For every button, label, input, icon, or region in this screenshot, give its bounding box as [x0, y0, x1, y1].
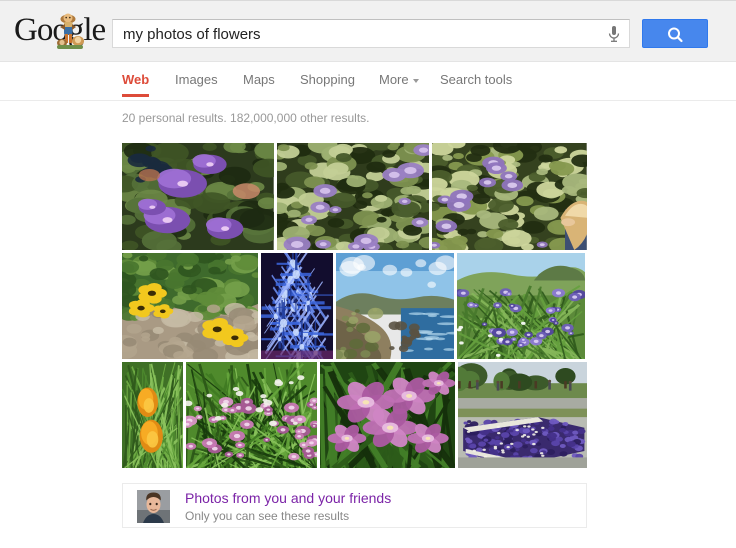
attribution-subtitle: Only you can see these results	[185, 509, 349, 523]
tab-shopping[interactable]: Shopping	[300, 72, 355, 87]
photo-purple-flowerbed-park[interactable]	[458, 362, 587, 468]
image-grid-row	[122, 362, 587, 468]
image-grid-row	[122, 253, 587, 359]
image-grid-row	[122, 143, 587, 250]
search-input[interactable]	[121, 20, 595, 49]
results-count: 20 personal results. 182,000,000 other r…	[122, 111, 370, 125]
tab-web[interactable]: Web	[122, 72, 149, 87]
photo-orange-poppies-grass[interactable]	[122, 362, 183, 468]
search-nav-tabs: Web Images Maps Shopping More Search tools	[0, 63, 736, 101]
tab-label: Shopping	[300, 72, 355, 87]
avatar	[137, 490, 170, 523]
tab-maps[interactable]: Maps	[243, 72, 275, 87]
photo-purple-tibouchina-closeup[interactable]	[122, 143, 274, 250]
photo-bush-with-person[interactable]	[432, 143, 587, 250]
photo-purple-flower-bush[interactable]	[277, 143, 430, 250]
google-logo[interactable]: Google	[14, 12, 106, 48]
tab-label: More	[379, 72, 409, 87]
photo-pink-irises-meadow[interactable]	[186, 362, 317, 468]
microphone-icon[interactable]	[603, 23, 625, 45]
page-header: Google	[0, 0, 736, 62]
google-logo-text: Google	[14, 12, 106, 48]
search-results-page: Google	[0, 0, 736, 548]
tab-label: Web	[122, 72, 149, 87]
photo-yellow-poppies-hillside[interactable]	[122, 253, 258, 359]
tab-label: Images	[175, 72, 218, 87]
chevron-down-icon	[413, 79, 419, 83]
search-icon	[666, 26, 686, 44]
attribution-title[interactable]: Photos from you and your friends	[185, 490, 391, 506]
personal-results-attribution: Photos from you and your friends Only yo…	[122, 483, 587, 528]
photo-blue-fractal-pattern[interactable]	[261, 253, 333, 359]
tab-more[interactable]: More	[379, 72, 419, 87]
photo-pink-iris-closeup[interactable]	[320, 362, 455, 468]
tab-search-tools[interactable]: Search tools	[440, 72, 512, 87]
search-box[interactable]	[112, 19, 630, 48]
tab-label: Maps	[243, 72, 275, 87]
tab-label: Search tools	[440, 72, 512, 87]
image-results-grid	[122, 143, 587, 471]
photo-purple-wildflowers-hill[interactable]	[457, 253, 585, 359]
photo-coastal-cliffs[interactable]	[336, 253, 454, 359]
tab-images[interactable]: Images	[175, 72, 218, 87]
search-button[interactable]	[642, 19, 708, 48]
